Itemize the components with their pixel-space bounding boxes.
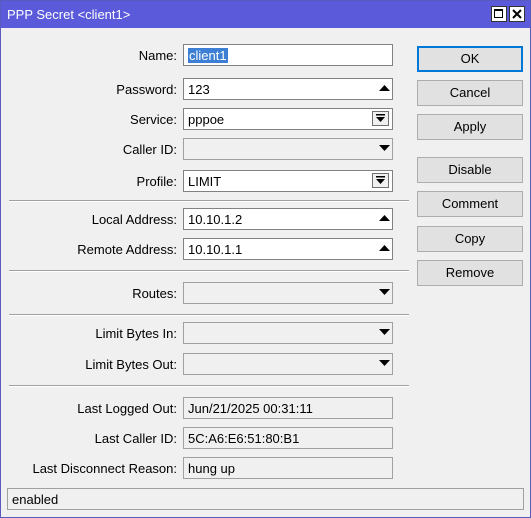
local-address-field[interactable]: 10.10.1.2: [183, 208, 393, 230]
service-dropdown-button[interactable]: [372, 111, 389, 126]
copy-button[interactable]: Copy: [417, 226, 523, 252]
remote-address-row: Remote Address: 10.10.1.1: [1, 238, 411, 260]
triangle-up-icon[interactable]: [379, 214, 390, 222]
last-caller-id-label: Last Caller ID:: [94, 431, 177, 446]
window-title: PPP Secret <client1>: [7, 7, 131, 22]
comment-button[interactable]: Comment: [417, 191, 523, 217]
remote-address-label: Remote Address:: [77, 242, 177, 257]
profile-dropdown-button[interactable]: [372, 173, 389, 188]
last-disconnect-reason-label: Last Disconnect Reason:: [32, 461, 177, 476]
limit-bytes-in-label: Limit Bytes In:: [95, 326, 177, 341]
close-icon[interactable]: [509, 6, 525, 22]
local-address-row: Local Address: 10.10.1.2: [1, 208, 411, 230]
triangle-down-icon[interactable]: [379, 359, 390, 367]
triangle-up-icon[interactable]: [379, 244, 390, 252]
dropdown-arrow-icon: [376, 114, 385, 122]
limit-bytes-out-field[interactable]: [183, 353, 393, 375]
limit-bytes-in-row: Limit Bytes In:: [1, 322, 411, 344]
caller-id-row: Caller ID:: [1, 138, 411, 160]
last-disconnect-reason-field: hung up: [183, 457, 393, 479]
caller-id-field[interactable]: [183, 138, 393, 160]
last-disconnect-reason-row: Last Disconnect Reason: hung up: [1, 457, 411, 479]
remote-address-field[interactable]: 10.10.1.1: [183, 238, 393, 260]
routes-row: Routes:: [1, 282, 411, 304]
routes-label: Routes:: [132, 286, 177, 301]
triangle-down-icon[interactable]: [379, 288, 390, 296]
triangle-up-icon[interactable]: [379, 84, 390, 92]
routes-field[interactable]: [183, 282, 393, 304]
dropdown-arrow-icon: [376, 176, 385, 184]
title-bar[interactable]: PPP Secret <client1>: [1, 1, 530, 28]
triangle-down-icon[interactable]: [379, 328, 390, 336]
password-label: Password:: [116, 82, 177, 97]
service-label: Service:: [130, 112, 177, 127]
password-row: Password: 123: [1, 78, 411, 100]
triangle-down-icon[interactable]: [379, 144, 390, 152]
limit-bytes-out-label: Limit Bytes Out:: [85, 357, 177, 372]
disable-button[interactable]: Disable: [417, 157, 523, 183]
apply-button[interactable]: Apply: [417, 114, 523, 140]
profile-label: Profile:: [136, 174, 177, 189]
limit-bytes-out-row: Limit Bytes Out:: [1, 353, 411, 375]
separator: [9, 270, 409, 272]
separator: [9, 200, 409, 202]
caller-id-label: Caller ID:: [122, 142, 177, 157]
service-select[interactable]: pppoe: [183, 108, 393, 130]
limit-bytes-in-field[interactable]: [183, 322, 393, 344]
password-field[interactable]: 123: [183, 78, 393, 100]
name-row: Name: client1: [1, 44, 411, 66]
last-caller-id-field: 5C:A6:E6:51:80:B1: [183, 427, 393, 449]
maximize-icon[interactable]: [491, 6, 507, 22]
last-logged-out-label: Last Logged Out:: [77, 401, 177, 416]
separator: [9, 385, 409, 387]
cancel-button[interactable]: Cancel: [417, 80, 523, 106]
separator: [9, 314, 409, 316]
status-bar: enabled: [7, 488, 524, 510]
ppp-secret-window: PPP Secret <client1> Name: client1 Passw…: [0, 0, 531, 518]
status-text: enabled: [12, 492, 59, 507]
profile-row: Profile: LIMIT: [1, 170, 411, 192]
name-value: client1: [188, 48, 228, 63]
local-address-label: Local Address:: [91, 212, 177, 227]
ok-button[interactable]: OK: [417, 46, 523, 72]
service-row: Service: pppoe: [1, 108, 411, 130]
last-logged-out-row: Last Logged Out: Jun/21/2025 00:31:11: [1, 397, 411, 419]
last-logged-out-field: Jun/21/2025 00:31:11: [183, 397, 393, 419]
remove-button[interactable]: Remove: [417, 260, 523, 286]
name-label: Name:: [138, 48, 177, 63]
name-field[interactable]: client1: [183, 44, 393, 66]
last-caller-id-row: Last Caller ID: 5C:A6:E6:51:80:B1: [1, 427, 411, 449]
profile-select[interactable]: LIMIT: [183, 170, 393, 192]
